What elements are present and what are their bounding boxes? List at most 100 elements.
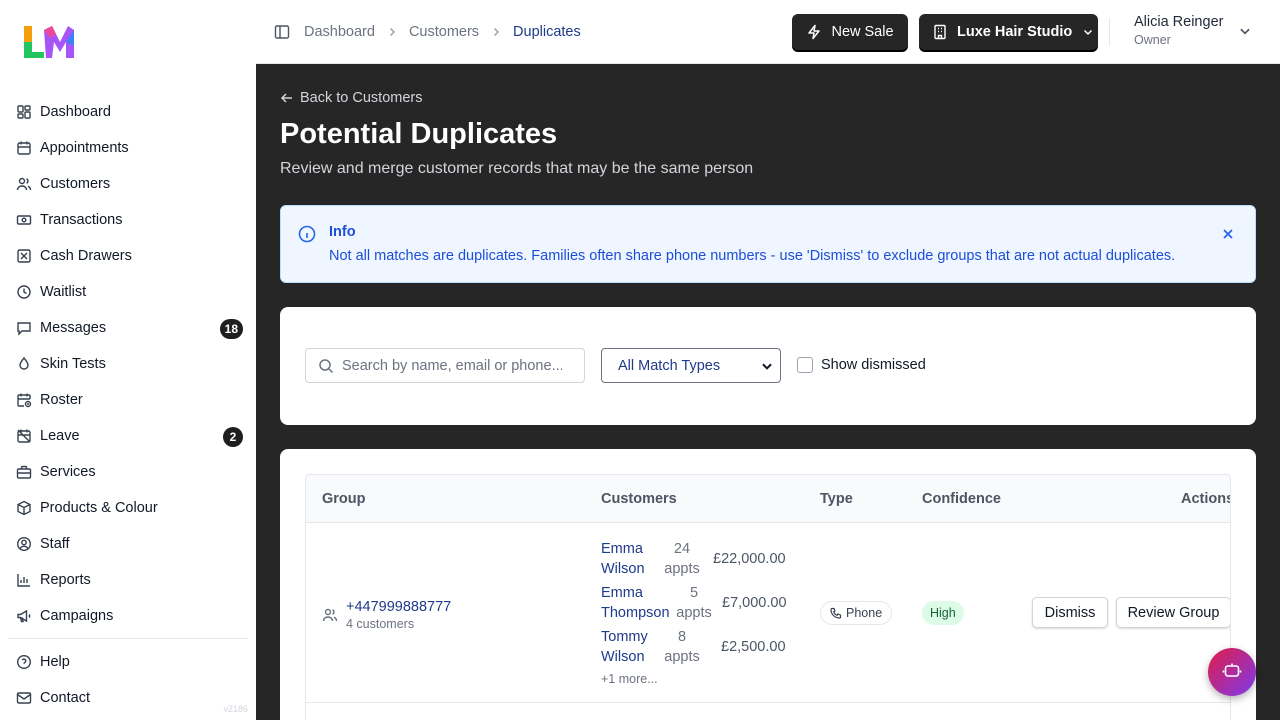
briefcase-icon: [16, 464, 32, 480]
column-header-confidence: Confidence: [922, 491, 1001, 507]
sidebar-item-label: Reports: [40, 572, 91, 588]
dismiss-button[interactable]: Dismiss: [1032, 597, 1108, 628]
customer-appts: 24 appts: [664, 541, 700, 577]
bot-icon: [1222, 660, 1242, 685]
review-group-button[interactable]: Review Group: [1116, 597, 1230, 628]
sidebar-item-label: Messages: [40, 320, 107, 336]
sidebar-item-appointments[interactable]: Appointments: [8, 130, 248, 166]
arrow-left-icon: [280, 91, 294, 105]
sidebar-item-skin-tests[interactable]: Skin Tests: [8, 346, 248, 382]
user-circle-icon: [16, 536, 32, 552]
page-title: Potential Duplicates: [280, 118, 558, 150]
calendar-clock-icon: [16, 392, 32, 408]
group-phone[interactable]: +447999888777: [346, 599, 451, 615]
app-version: v2186: [223, 704, 248, 714]
table-row: +447999888777 4 customers Emma Wilson 24 a…: [306, 523, 1230, 703]
sidebar-divider: [8, 638, 248, 639]
match-type-label: Phone: [846, 606, 883, 620]
help-icon: [16, 654, 32, 670]
breadcrumb-dashboard[interactable]: Dashboard: [304, 24, 375, 40]
sidebar-item-contact[interactable]: Contact: [8, 680, 248, 716]
back-to-customers-link[interactable]: Back to Customers: [280, 90, 423, 106]
sidebar-item-roster[interactable]: Roster: [8, 382, 248, 418]
search-input[interactable]: [342, 357, 562, 374]
sidebar-item-campaigns[interactable]: Campaigns: [8, 598, 248, 634]
cash-drawer-icon: [16, 248, 32, 264]
sidebar-item-label: Leave: [40, 428, 80, 444]
close-icon[interactable]: [1221, 227, 1235, 246]
dashboard-icon: [16, 104, 32, 120]
sidebar-item-cash-drawers[interactable]: Cash Drawers: [8, 238, 248, 274]
customer-appts: 5 appts: [676, 585, 712, 621]
confidence-badge: High: [922, 601, 964, 625]
sidebar-item-label: Customers: [40, 176, 111, 192]
sidebar-item-messages[interactable]: Messages 18: [8, 310, 248, 346]
sidebar-item-label: Cash Drawers: [40, 248, 132, 264]
customer-name[interactable]: Emma Thompson: [601, 583, 671, 623]
app-logo[interactable]: [22, 22, 76, 60]
sidebar-item-transactions[interactable]: Transactions: [8, 202, 248, 238]
column-header-actions: Actions: [1181, 491, 1231, 507]
column-header-group: Group: [322, 491, 366, 507]
user-menu[interactable]: Alicia Reinger Owner: [1134, 14, 1223, 47]
page-subtitle: Review and merge customer records that m…: [280, 160, 754, 177]
user-role: Owner: [1134, 33, 1171, 47]
breadcrumb-customers[interactable]: Customers: [409, 24, 479, 40]
show-dismissed-toggle[interactable]: Show dismissed: [797, 357, 926, 373]
sidebar-item-staff[interactable]: Staff: [8, 526, 248, 562]
customer-spend: £22,000.00: [713, 551, 786, 567]
sidebar-item-label: Staff: [40, 536, 70, 552]
sidebar-item-products[interactable]: Products & Colour: [8, 490, 248, 526]
sidebar-item-label: Waitlist: [40, 284, 87, 300]
match-type-select[interactable]: All Match Types: [601, 348, 781, 383]
show-dismissed-checkbox[interactable]: [797, 357, 813, 373]
topbar: Dashboard Customers Duplicates New Sale …: [256, 0, 1280, 64]
calendar-icon: [16, 140, 32, 156]
info-alert: Info Not all matches are duplicates. Fam…: [280, 205, 1256, 283]
chevron-down-icon[interactable]: [1238, 24, 1252, 43]
breadcrumb: Dashboard Customers Duplicates: [304, 0, 581, 64]
sidebar-item-services[interactable]: Services: [8, 454, 248, 490]
sidebar-item-label: Help: [40, 654, 70, 670]
leave-count-badge: 2: [223, 427, 243, 447]
sidebar-item-reports[interactable]: Reports: [8, 562, 248, 598]
match-type-badge: Phone: [820, 601, 893, 625]
banknote-icon: [16, 212, 32, 228]
user-name: Alicia Reinger: [1134, 14, 1224, 30]
more-customers-link[interactable]: +1 more...: [601, 672, 658, 686]
table-header: Group Customers Type Confidence Actions: [306, 475, 1231, 523]
sidebar-item-help[interactable]: Help: [8, 644, 248, 680]
breadcrumb-duplicates: Duplicates: [513, 24, 581, 40]
messages-count-badge: 18: [219, 319, 243, 339]
assistant-bot-button[interactable]: [1208, 648, 1256, 696]
sidebar-item-leave[interactable]: Leave 2: [8, 418, 248, 454]
megaphone-icon: [16, 608, 32, 624]
sidebar-item-label: Products & Colour: [40, 500, 158, 516]
sidebar-nav: Dashboard Appointments Customers Transac…: [8, 94, 248, 716]
column-header-type: Type: [820, 491, 853, 507]
message-icon: [16, 320, 32, 336]
new-sale-button[interactable]: New Sale: [792, 14, 908, 50]
search-icon: [318, 358, 334, 374]
customer-name[interactable]: Emma Wilson: [601, 539, 671, 579]
sidebar-item-label: Skin Tests: [40, 356, 106, 372]
store-selector-button[interactable]: Luxe Hair Studio: [919, 14, 1098, 50]
building-icon: [932, 24, 948, 40]
phone-icon: [830, 607, 842, 619]
topbar-divider: [1109, 18, 1110, 46]
clock-icon: [16, 284, 32, 300]
sidebar-toggle-icon[interactable]: [274, 24, 290, 40]
search-field[interactable]: [305, 348, 585, 383]
sidebar-item-label: Campaigns: [40, 608, 114, 624]
sidebar-item-waitlist[interactable]: Waitlist: [8, 274, 248, 310]
customer-name[interactable]: Tommy Wilson: [601, 627, 671, 667]
chevron-down-icon: [1082, 26, 1094, 38]
sidebar-item-dashboard[interactable]: Dashboard: [8, 94, 248, 130]
sidebar-item-label: Transactions: [40, 212, 123, 228]
sidebar-item-customers[interactable]: Customers: [8, 166, 248, 202]
new-sale-label: New Sale: [831, 24, 894, 40]
sidebar-item-label: Roster: [40, 392, 83, 408]
users-icon: [322, 607, 338, 628]
mail-icon: [16, 690, 32, 706]
sidebar: Dashboard Appointments Customers Transac…: [0, 0, 256, 720]
